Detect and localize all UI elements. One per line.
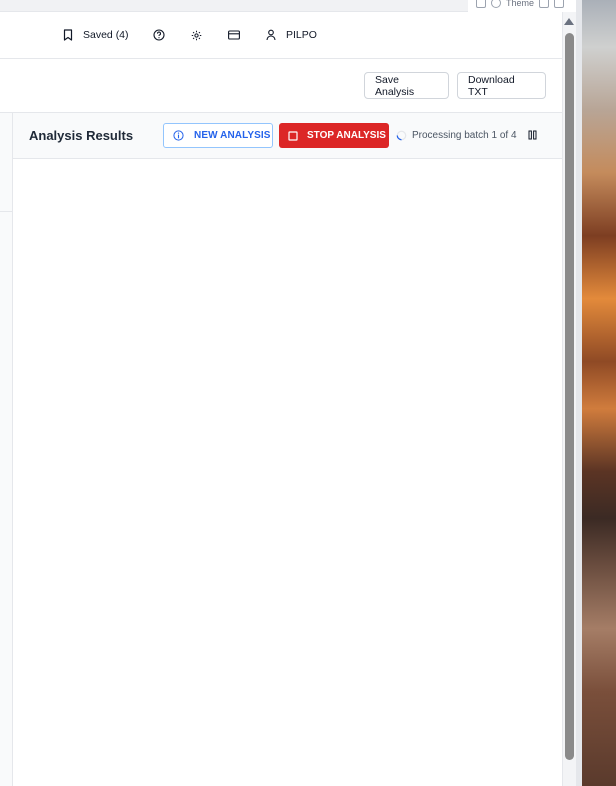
billing-button[interactable] xyxy=(228,12,240,58)
external-link-icon[interactable] xyxy=(554,0,565,8)
palette-icon[interactable] xyxy=(491,0,501,8)
bookmark-icon xyxy=(63,29,73,41)
scroll-up-arrow-icon[interactable] xyxy=(564,18,574,25)
processing-text: Processing batch 1 of 4 xyxy=(412,130,517,141)
processing-status: Processing batch 1 of 4 xyxy=(396,113,517,158)
download-txt-button[interactable]: Download TXT xyxy=(457,72,546,99)
save-analysis-button[interactable]: Save Analysis xyxy=(364,72,449,99)
new-analysis-label: NEW ANALYSIS xyxy=(194,130,271,141)
desktop-wallpaper xyxy=(582,0,616,786)
theme-label[interactable]: Theme xyxy=(506,0,534,8)
user-menu[interactable]: PILPO xyxy=(266,12,317,58)
pause-icon[interactable] xyxy=(528,130,537,140)
credit-card-icon xyxy=(228,30,240,40)
view-icon[interactable] xyxy=(476,0,486,8)
brush-icon[interactable] xyxy=(539,0,550,8)
theme-controls: Theme xyxy=(476,0,565,10)
scrollbar-thumb[interactable] xyxy=(565,33,574,760)
saved-button[interactable]: Saved (4) xyxy=(63,12,129,58)
stop-analysis-button[interactable]: STOP ANALYSIS xyxy=(279,123,389,148)
user-icon xyxy=(266,29,276,41)
gear-icon xyxy=(191,30,202,40)
sidebar-panel xyxy=(0,113,13,786)
results-title: Analysis Results xyxy=(29,128,134,143)
saved-label: Saved (4) xyxy=(83,29,129,41)
help-button[interactable] xyxy=(153,12,165,58)
stop-square-icon xyxy=(288,130,298,141)
browser-toolbar-strip xyxy=(0,0,468,12)
stop-analysis-label: STOP ANALYSIS xyxy=(307,130,386,141)
new-analysis-button[interactable]: NEW ANALYSIS xyxy=(163,123,273,148)
results-header: Analysis Results NEW ANALYSIS STOP ANALY… xyxy=(13,113,562,159)
action-bar: Save Analysis Download TXT xyxy=(0,59,562,113)
settings-button[interactable] xyxy=(191,12,202,58)
info-icon xyxy=(173,130,184,141)
user-label: PILPO xyxy=(286,29,317,41)
spinner-icon xyxy=(396,130,407,141)
question-circle-icon xyxy=(153,29,165,41)
results-content xyxy=(13,159,562,786)
top-navbar: Saved (4) PILPO xyxy=(0,12,562,59)
sidebar-divider xyxy=(0,211,12,212)
